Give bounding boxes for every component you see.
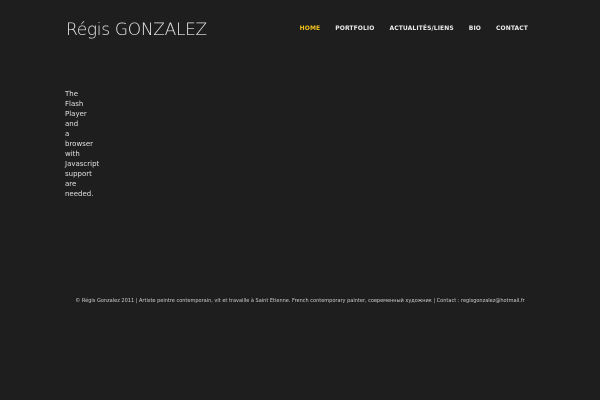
nav-home[interactable]: HOME <box>300 25 321 32</box>
footer-copyright: © Régis Gonzalez 2011 | Artiste peintre … <box>75 298 525 304</box>
nav-contact[interactable]: CONTACT <box>496 25 528 32</box>
flash-player-notice: The Flash Player and a browser with Java… <box>65 90 100 198</box>
nav-bio[interactable]: BIO <box>469 25 481 32</box>
site-title[interactable]: Régis GONZALEZ <box>66 20 207 40</box>
nav-portfolio[interactable]: PORTFOLIO <box>335 25 374 32</box>
nav-actualites-liens[interactable]: ACTUALITÉS/LIENS <box>389 25 453 32</box>
main-nav: HOME PORTFOLIO ACTUALITÉS/LIENS BIO CONT… <box>300 25 528 32</box>
